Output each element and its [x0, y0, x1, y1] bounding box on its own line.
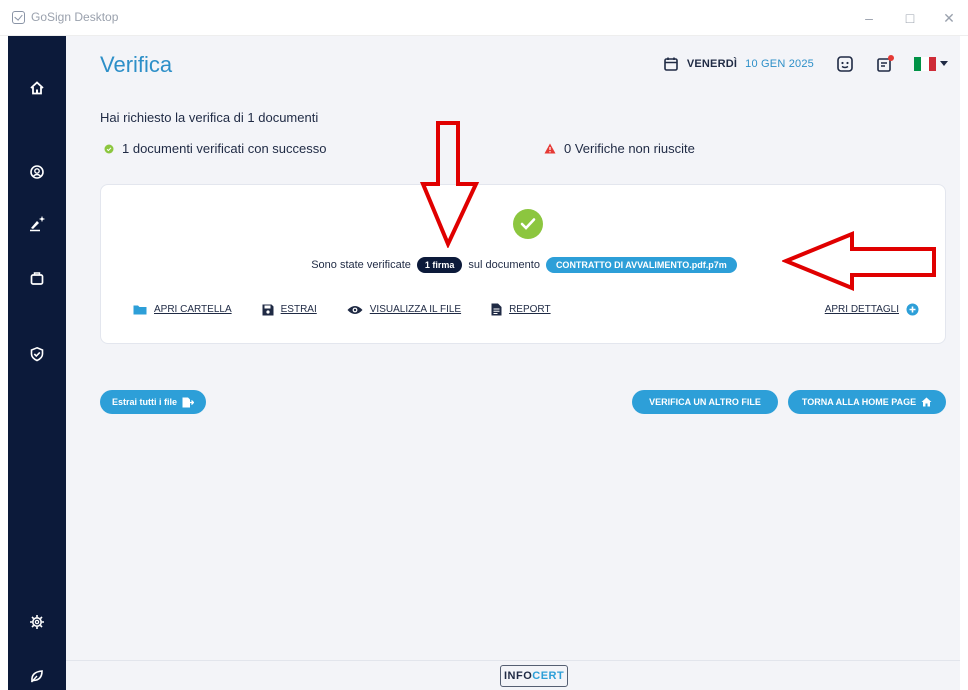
- leaf-icon[interactable]: [8, 664, 66, 688]
- sidebar: [8, 36, 66, 690]
- gear-icon[interactable]: [8, 610, 66, 634]
- back-to-home-button[interactable]: TORNA ALLA HOME PAGE: [788, 390, 946, 414]
- failed-count: 0 Verifiche non riuscite: [544, 141, 695, 156]
- view-file-label: VISUALIZZA IL FILE: [369, 304, 462, 315]
- main-content: Verifica VENERDÌ 10 GEN 2025 Hai richies…: [66, 36, 960, 690]
- extract-all-label: Estrai tutti i file: [112, 397, 178, 407]
- annotation-down-arrow: [420, 121, 480, 248]
- home-icon[interactable]: [8, 76, 66, 100]
- save-icon: [262, 304, 274, 315]
- open-folder-label: APRI CARTELLA: [154, 304, 232, 315]
- eye-icon: [347, 305, 363, 314]
- extract-all-files-button[interactable]: Estrai tutti i file: [100, 390, 206, 414]
- verify-another-file-button[interactable]: VERIFICA UN ALTRO FILE: [632, 390, 778, 414]
- infocert-logo: INFO CERT: [500, 665, 569, 687]
- verified-text-middle: sul documento: [468, 259, 540, 271]
- language-selector[interactable]: [914, 57, 948, 71]
- summary-title: Hai richiesto la verifica di 1 documenti: [100, 110, 319, 125]
- report-link[interactable]: REPORT: [491, 303, 551, 316]
- verify-another-label: VERIFICA UN ALTRO FILE: [649, 397, 761, 407]
- logo-text-info: INFO: [504, 670, 533, 682]
- signatures-count-pill[interactable]: 1 firma: [416, 257, 463, 273]
- maximize-button[interactable]: □: [899, 8, 921, 28]
- warning-icon: [544, 143, 556, 154]
- report-label: REPORT: [509, 304, 551, 315]
- document-name-pill[interactable]: CONTRATTO DI AVVALIMENTO.pdf.p7m: [545, 257, 737, 273]
- open-folder-link[interactable]: APRI CARTELLA: [133, 304, 232, 315]
- notifications-button[interactable]: [876, 55, 894, 73]
- verified-text-before: Sono state verificate: [311, 259, 411, 271]
- header-toolbar: VENERDÌ 10 GEN 2025: [663, 54, 948, 74]
- open-details-label: APRI DETTAGLI: [824, 304, 899, 315]
- window-title: GoSign Desktop: [31, 10, 119, 24]
- support-chat-icon[interactable]: [836, 55, 854, 73]
- logo-text-cert: CERT: [532, 670, 565, 682]
- app-logo-icon: [12, 11, 25, 24]
- notification-dot: [888, 55, 894, 61]
- document-icon: [491, 303, 502, 316]
- user-icon[interactable]: [8, 160, 66, 184]
- open-details-link[interactable]: APRI DETTAGLI: [825, 303, 919, 316]
- page-title: Verifica: [100, 52, 173, 77]
- failed-label: 0 Verifiche non riuscite: [564, 141, 695, 156]
- minimize-button[interactable]: –: [858, 8, 880, 28]
- plus-circle-icon: [906, 303, 919, 316]
- home-small-icon: [921, 397, 932, 407]
- folder-icon: [133, 305, 147, 315]
- date-weekday: VENERDÌ: [686, 58, 738, 70]
- date-value: 10 GEN 2025: [745, 58, 814, 70]
- calendar-icon: [664, 57, 678, 71]
- extract-link[interactable]: ESTRAI: [262, 304, 317, 316]
- success-dot-icon: [104, 144, 114, 153]
- signature-icon[interactable]: [8, 212, 66, 236]
- annotation-left-arrow: [782, 231, 936, 291]
- back-home-label: TORNA ALLA HOME PAGE: [801, 397, 917, 407]
- shield-check-icon[interactable]: [8, 342, 66, 366]
- success-count: 1 documenti verificati con successo: [104, 141, 326, 156]
- title-bar: GoSign Desktop – □ ✕: [0, 0, 968, 36]
- success-label: 1 documenti verificati con successo: [122, 141, 327, 156]
- view-file-link[interactable]: VISUALIZZA IL FILE: [347, 304, 461, 315]
- export-file-icon: [182, 397, 194, 407]
- italian-flag-icon: [914, 57, 936, 71]
- verified-check-icon: [513, 209, 543, 239]
- footer: INFO CERT: [66, 660, 960, 690]
- chevron-down-icon: [940, 61, 948, 66]
- card-actions: APRI CARTELLA ESTRAI VISUALIZZA IL FILE …: [133, 303, 551, 316]
- close-button[interactable]: ✕: [938, 8, 960, 28]
- briefcase-icon[interactable]: [8, 266, 66, 290]
- extract-label: ESTRAI: [280, 304, 317, 315]
